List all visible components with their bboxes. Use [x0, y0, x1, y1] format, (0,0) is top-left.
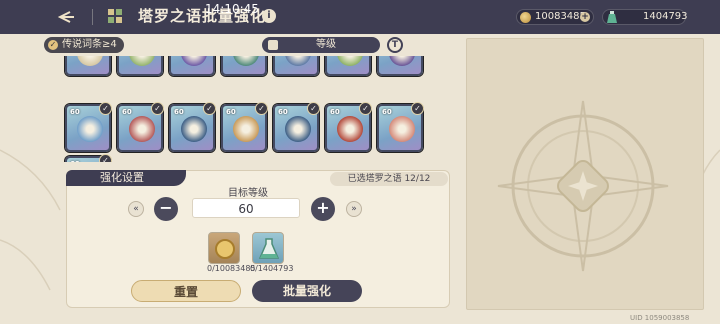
selected-check-icon: ✓	[99, 154, 112, 162]
coin-material-slot[interactable]	[208, 232, 240, 264]
coin-icon	[520, 12, 531, 23]
tarot-card[interactable]: 60✓	[169, 56, 215, 76]
tarot-card[interactable]: 60✓	[377, 56, 423, 76]
selected-count: 已选塔罗之语 12/12	[330, 172, 448, 186]
tarot-card[interactable]: 60✓	[273, 56, 319, 76]
decrease-level-button[interactable]: −	[154, 197, 178, 221]
tarot-card[interactable]: 60✓	[325, 56, 371, 76]
reset-button[interactable]: 重置	[131, 280, 241, 302]
tarot-card[interactable]: 60✓	[221, 56, 267, 76]
card-art	[181, 56, 207, 66]
coin-icon	[215, 239, 235, 259]
card-grid: 60✓60✓60✓60✓60✓60✓60✓60✓60✓60✓60✓60✓60✓6…	[62, 56, 434, 162]
card-art	[337, 56, 363, 66]
selected-check-icon: ✓	[411, 102, 424, 115]
tarot-card[interactable]: 60 ✓	[273, 102, 320, 152]
card-level: 60	[70, 160, 80, 162]
potion-bottle-icon	[258, 238, 280, 259]
card-level: 60	[174, 108, 184, 116]
legendary-filter-toggle[interactable]: ✓ 传说词条≥4	[44, 37, 124, 53]
card-art	[285, 116, 311, 142]
tarot-card[interactable]: 60✓	[65, 56, 111, 76]
tarot-card[interactable]: 60 ✓	[65, 102, 112, 152]
tarot-card[interactable]: 60 ✓	[377, 102, 424, 152]
clock-text: 14:10:45	[205, 2, 259, 16]
increase-level-button[interactable]: +	[311, 197, 335, 221]
sort-dropdown[interactable]: 等级	[262, 37, 380, 53]
card-level: 60	[278, 108, 288, 116]
sort-direction-button[interactable]: T	[387, 37, 403, 53]
card-art	[129, 56, 155, 66]
card-art	[181, 116, 207, 142]
selected-check-icon: ✓	[203, 102, 216, 115]
compass-emblem-icon	[497, 100, 669, 272]
card-level: 60	[330, 108, 340, 116]
target-level-label: 目标等级	[228, 188, 268, 199]
coin-requirement: 0/10083485	[207, 264, 256, 273]
next-max-button[interactable]: »	[346, 201, 362, 217]
selected-check-icon: ✓	[151, 102, 164, 115]
sort-bars-icon	[268, 40, 278, 50]
tarot-card[interactable]: 60 ✓	[117, 102, 164, 152]
bulk-enhance-button[interactable]: 批量强化	[252, 280, 362, 302]
coin-amount: 10083485	[535, 11, 586, 22]
card-art	[77, 56, 103, 66]
check-icon: ✓	[48, 40, 58, 50]
card-level: 60	[226, 108, 236, 116]
bottle-requirement: 0/1404793	[250, 264, 294, 273]
card-level: 60	[382, 108, 392, 116]
top-bar: 塔罗之语批量强化 i 14:10:45 10083485 + 1404793	[0, 0, 720, 34]
uid-text: UID 1059003858	[630, 314, 690, 322]
prev-min-button[interactable]: «	[128, 201, 144, 217]
selected-check-icon: ✓	[359, 102, 372, 115]
card-art	[233, 56, 259, 66]
tarot-card[interactable]: 60 ✓	[325, 102, 372, 152]
selected-check-icon: ✓	[99, 102, 112, 115]
bottle-amount: 1404793	[643, 11, 688, 22]
settings-header: 强化设置	[66, 170, 186, 186]
card-art	[389, 116, 415, 142]
card-level: 60	[122, 108, 132, 116]
tarot-card[interactable]: 60✓	[117, 56, 163, 76]
add-coin-button[interactable]: +	[580, 12, 590, 22]
coin-currency: 10083485 +	[516, 9, 594, 25]
divider	[92, 9, 93, 25]
card-art	[129, 116, 155, 142]
card-art	[337, 116, 363, 142]
card-level: 60	[70, 108, 80, 116]
card-art	[77, 116, 103, 142]
back-arrow-icon	[57, 11, 74, 23]
tarot-card[interactable]: 60 ✓	[65, 154, 112, 162]
bottle-material-slot[interactable]	[252, 232, 284, 264]
target-level-value[interactable]: 60	[192, 198, 300, 218]
tarot-card[interactable]: 60 ✓	[221, 102, 268, 152]
card-art	[285, 56, 311, 66]
potion-bottle-icon	[607, 11, 617, 23]
selected-check-icon: ✓	[255, 102, 268, 115]
sort-label: 等级	[316, 39, 336, 50]
card-art	[233, 116, 259, 142]
selected-check-icon: ✓	[307, 102, 320, 115]
filter-label: 传说词条≥4	[62, 39, 117, 50]
back-button[interactable]	[52, 6, 78, 28]
card-art	[389, 56, 415, 66]
tarot-card[interactable]: 60 ✓	[169, 102, 216, 152]
info-icon[interactable]: i	[262, 9, 276, 23]
bottle-currency: 1404793	[602, 9, 688, 25]
grid-menu-icon[interactable]	[108, 9, 122, 23]
